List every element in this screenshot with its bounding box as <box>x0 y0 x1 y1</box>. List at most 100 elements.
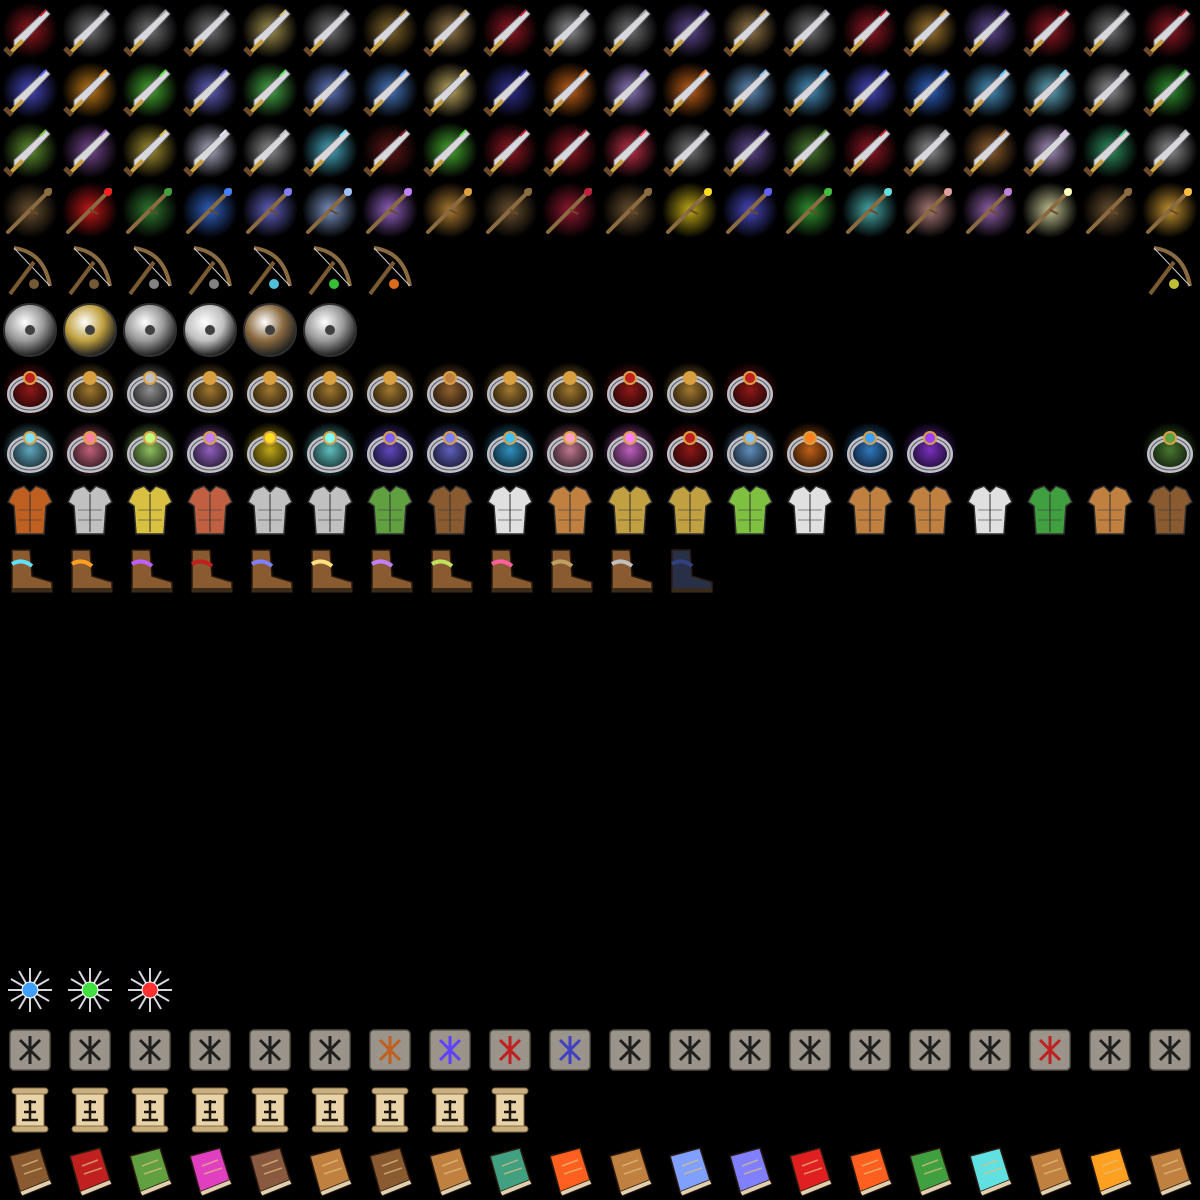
shield-icon <box>240 300 300 360</box>
armor-icon <box>240 480 300 540</box>
wand-icon <box>1140 180 1200 240</box>
rune-stone-icon <box>120 1020 180 1080</box>
dagger-icon <box>960 120 1020 180</box>
wand-icon <box>1020 180 1080 240</box>
dagger-icon <box>420 60 480 120</box>
dagger-icon <box>960 0 1020 60</box>
book-icon <box>1080 1140 1140 1200</box>
bow-icon <box>0 240 60 300</box>
shield-icon <box>300 300 360 360</box>
ring-icon <box>300 420 360 480</box>
rune-stone-icon <box>60 1020 120 1080</box>
rune-stone-icon <box>240 1020 300 1080</box>
boot-icon <box>180 540 240 600</box>
ring-icon <box>60 420 120 480</box>
dagger-icon <box>720 0 780 60</box>
dagger-icon <box>1080 60 1140 120</box>
rune-stone-icon <box>540 1020 600 1080</box>
book-icon <box>720 1140 780 1200</box>
dagger-icon <box>240 0 300 60</box>
dagger-icon <box>900 0 960 60</box>
ring-icon <box>540 360 600 420</box>
dagger-icon <box>60 120 120 180</box>
wand-icon <box>720 180 780 240</box>
dagger-icon <box>540 60 600 120</box>
rune-stone-icon <box>360 1020 420 1080</box>
scroll-icon <box>240 1080 300 1140</box>
dagger-icon <box>600 120 660 180</box>
dagger-icon <box>180 60 240 120</box>
dagger-icon <box>120 0 180 60</box>
dagger-icon <box>1020 0 1080 60</box>
dagger-icon <box>540 0 600 60</box>
dagger-icon <box>900 60 960 120</box>
dagger-icon <box>600 0 660 60</box>
book-icon <box>180 1140 240 1200</box>
boot-icon <box>600 540 660 600</box>
wand-icon <box>480 180 540 240</box>
ring-icon <box>240 420 300 480</box>
dagger-icon <box>420 0 480 60</box>
scroll-icon <box>360 1080 420 1140</box>
dagger-icon <box>360 60 420 120</box>
ring-icon <box>1140 420 1200 480</box>
book-icon <box>240 1140 300 1200</box>
wand-icon <box>180 180 240 240</box>
armor-icon <box>1020 480 1080 540</box>
armor-icon <box>720 480 780 540</box>
ring-icon <box>360 360 420 420</box>
armor-icon <box>600 480 660 540</box>
bow-icon <box>120 240 180 300</box>
dagger-icon <box>180 0 240 60</box>
ring-icon <box>120 420 180 480</box>
armor-icon <box>540 480 600 540</box>
ring-icon <box>780 420 840 480</box>
wand-icon <box>900 180 960 240</box>
wand-icon <box>540 180 600 240</box>
ring-icon <box>0 420 60 480</box>
armor-icon <box>360 480 420 540</box>
ring-icon <box>420 420 480 480</box>
boot-icon <box>300 540 360 600</box>
armor-icon <box>1080 480 1140 540</box>
bow-icon <box>60 240 120 300</box>
rune-stone-icon <box>780 1020 840 1080</box>
dagger-icon <box>60 0 120 60</box>
book-icon <box>60 1140 120 1200</box>
scroll-icon <box>420 1080 480 1140</box>
snowflake-gem-icon <box>120 960 180 1020</box>
armor-icon <box>120 480 180 540</box>
armor-icon <box>480 480 540 540</box>
item-icon-sheet <box>0 0 1200 1200</box>
ring-icon <box>660 420 720 480</box>
wand-icon <box>780 180 840 240</box>
ring-icon <box>0 360 60 420</box>
dagger-icon <box>900 120 960 180</box>
book-icon <box>420 1140 480 1200</box>
wand-icon <box>840 180 900 240</box>
bow-icon <box>1140 240 1200 300</box>
ring-icon <box>600 360 660 420</box>
boot-icon <box>420 540 480 600</box>
dagger-icon <box>0 60 60 120</box>
dagger-icon <box>480 60 540 120</box>
boot-icon <box>0 540 60 600</box>
dagger-icon <box>360 0 420 60</box>
ring-icon <box>420 360 480 420</box>
dagger-icon <box>0 120 60 180</box>
dagger-icon <box>300 60 360 120</box>
armor-icon <box>840 480 900 540</box>
wand-icon <box>120 180 180 240</box>
boot-icon <box>540 540 600 600</box>
wand-icon <box>300 180 360 240</box>
armor-icon <box>960 480 1020 540</box>
rune-stone-icon <box>660 1020 720 1080</box>
dagger-icon <box>660 60 720 120</box>
bow-icon <box>360 240 420 300</box>
dagger-icon <box>60 60 120 120</box>
book-icon <box>660 1140 720 1200</box>
dagger-icon <box>0 0 60 60</box>
dagger-icon <box>840 60 900 120</box>
shield-icon <box>0 300 60 360</box>
dagger-icon <box>780 120 840 180</box>
